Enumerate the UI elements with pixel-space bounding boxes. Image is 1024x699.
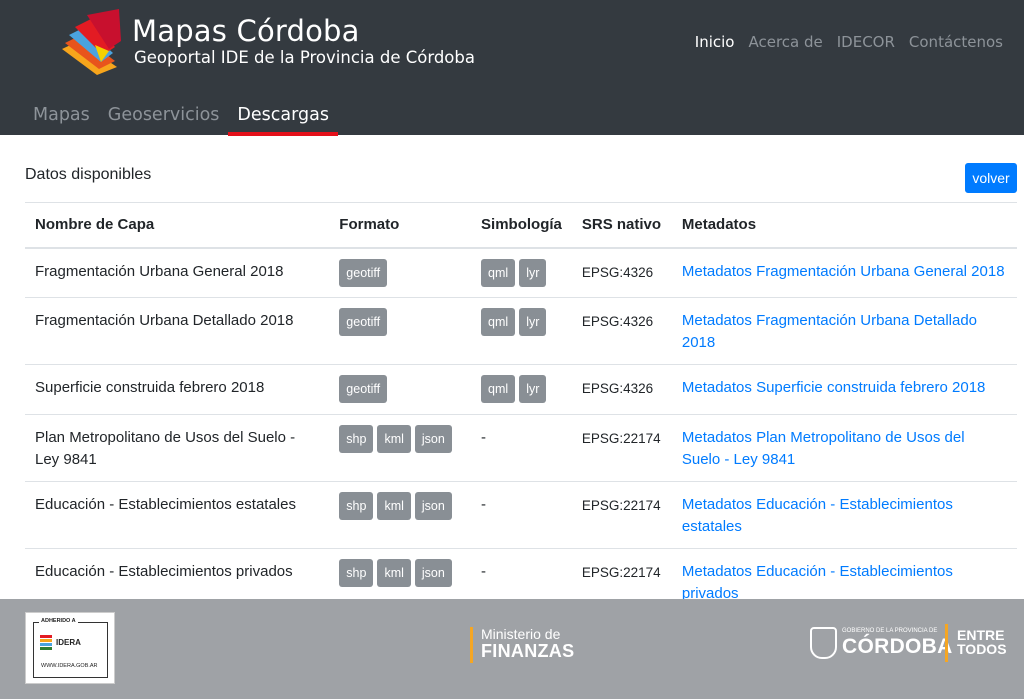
site-header: Mapas Córdoba Geoportal IDE de la Provin… <box>0 0 1024 136</box>
symbology-cell: qml lyr <box>471 247 572 298</box>
section-tabs: Mapas Geoservicios Descargas <box>24 105 338 136</box>
metadata-link[interactable]: Metadatos Educación - Establecimientos p… <box>682 563 953 602</box>
idera-adherido-label: ADHERIDO A <box>39 618 78 624</box>
metadata-link[interactable]: Metadatos Educación - Establecimientos e… <box>682 496 953 535</box>
download-qml-button[interactable]: qml <box>481 308 516 336</box>
page-title: Datos disponibles <box>25 166 152 183</box>
table-row: Fragmentación Urbana Detallado 2018 geot… <box>25 297 1017 365</box>
layer-name: Fragmentación Urbana General 2018 <box>25 247 330 298</box>
downloads-table: Nombre de Capa Formato Simbología SRS na… <box>25 202 1017 615</box>
download-kml-button[interactable]: kml <box>377 559 411 587</box>
download-json-button[interactable]: json <box>414 559 452 587</box>
format-cell: geotiff <box>329 364 472 415</box>
column-header-formato: Formato <box>329 202 472 249</box>
table-row: Plan Metropolitano de Usos del Suelo - L… <box>25 414 1017 482</box>
idera-mark-icon <box>40 635 52 651</box>
download-kml-button[interactable]: kml <box>377 492 411 520</box>
entre-todos-slogan: ENTRE TODOS <box>957 628 1007 656</box>
layer-name: Educación - Establecimientos estatales <box>25 481 330 549</box>
download-json-button[interactable]: json <box>414 492 452 520</box>
tab-mapas[interactable]: Mapas <box>24 105 99 135</box>
format-cell: geotiff <box>329 247 472 298</box>
cordoba-shield-icon <box>810 627 837 659</box>
idera-name: IDERA <box>56 638 81 647</box>
table-row: Fragmentación Urbana General 2018 geotif… <box>25 247 1017 298</box>
column-header-srs: SRS nativo <box>571 202 672 249</box>
ministerio-finanzas-logo[interactable]: Ministerio de FINANZAS <box>470 627 574 663</box>
ministerio-line2: FINANZAS <box>481 641 575 661</box>
metadata-cell: Metadatos Superficie construida febrero … <box>671 364 1017 415</box>
symbology-cell: - <box>471 481 572 549</box>
table-header-row: Nombre de Capa Formato Simbología SRS na… <box>25 202 1017 249</box>
metadata-cell: Metadatos Educación - Establecimientos e… <box>671 481 1017 549</box>
slogan-line1: ENTRE <box>957 627 1005 643</box>
download-lyr-button[interactable]: lyr <box>519 308 547 336</box>
gobierno-label: GOBIERNO DE LA PROVINCIA DE <box>842 628 938 634</box>
download-geotiff-button[interactable]: geotiff <box>339 308 388 336</box>
site-title[interactable]: Mapas Córdoba <box>132 14 360 48</box>
srs-value: EPSG:22174 <box>571 414 672 482</box>
download-qml-button[interactable]: qml <box>481 258 516 287</box>
tab-descargas[interactable]: Descargas <box>228 105 338 136</box>
format-cell: shp kml json <box>329 414 472 482</box>
srs-value: EPSG:4326 <box>571 364 672 415</box>
idera-logo[interactable]: ADHERIDO A IDERA WWW.IDERA.GOB.AR <box>25 612 115 684</box>
layer-name: Superficie construida febrero 2018 <box>25 364 330 415</box>
metadata-cell: Metadatos Fragmentación Urbana General 2… <box>671 247 1017 298</box>
top-navigation: Inicio Acerca de IDECOR Contáctenos <box>695 33 1003 51</box>
nav-idecor[interactable]: IDECOR <box>837 33 895 51</box>
layer-name: Plan Metropolitano de Usos del Suelo - L… <box>25 414 330 482</box>
volver-button[interactable]: volver <box>965 163 1017 193</box>
metadata-link[interactable]: Metadatos Plan Metropolitano de Usos del… <box>682 429 965 468</box>
download-lyr-button[interactable]: lyr <box>519 258 547 287</box>
download-lyr-button[interactable]: lyr <box>519 375 547 403</box>
tab-geoservicios[interactable]: Geoservicios <box>99 105 229 135</box>
srs-value: EPSG:4326 <box>571 247 672 298</box>
metadata-cell: Metadatos Plan Metropolitano de Usos del… <box>671 414 1017 482</box>
column-header-nombre: Nombre de Capa <box>25 202 330 249</box>
nav-contactenos[interactable]: Contáctenos <box>909 33 1003 51</box>
metadata-link[interactable]: Metadatos Superficie construida febrero … <box>682 379 986 396</box>
download-shp-button[interactable]: shp <box>339 559 374 587</box>
format-cell: geotiff <box>329 297 472 365</box>
symbology-cell: qml lyr <box>471 364 572 415</box>
metadata-cell: Metadatos Fragmentación Urbana Detallado… <box>671 297 1017 365</box>
format-cell: shp kml json <box>329 481 472 549</box>
column-header-simbologia: Simbología <box>471 202 572 249</box>
metadata-link[interactable]: Metadatos Fragmentación Urbana General 2… <box>682 263 1005 280</box>
slogan-line2: TODOS <box>957 641 1007 657</box>
cordoba-label: CÓRDOBA <box>842 635 953 658</box>
table-row: Superficie construida febrero 2018 geoti… <box>25 364 1017 415</box>
mapas-cordoba-logo[interactable] <box>57 5 127 79</box>
download-qml-button[interactable]: qml <box>481 375 516 403</box>
footer-separator <box>945 624 948 662</box>
site-subtitle: Geoportal IDE de la Provincia de Córdoba <box>134 48 475 67</box>
symbology-cell: qml lyr <box>471 297 572 365</box>
download-shp-button[interactable]: shp <box>339 425 374 453</box>
nav-acerca-de[interactable]: Acerca de <box>748 33 822 51</box>
download-shp-button[interactable]: shp <box>339 492 374 520</box>
ministerio-line1: Ministerio de <box>481 626 561 642</box>
table-body: Fragmentación Urbana General 2018 geotif… <box>25 247 1017 615</box>
srs-value: EPSG:4326 <box>571 297 672 365</box>
nav-inicio[interactable]: Inicio <box>695 33 735 51</box>
column-header-metadatos: Metadatos <box>671 202 1017 249</box>
table-row: Educación - Establecimientos estatales s… <box>25 481 1017 549</box>
idera-url: WWW.IDERA.GOB.AR <box>41 663 98 669</box>
download-geotiff-button[interactable]: geotiff <box>339 375 388 403</box>
srs-value: EPSG:22174 <box>571 481 672 549</box>
download-geotiff-button[interactable]: geotiff <box>339 258 388 287</box>
download-kml-button[interactable]: kml <box>377 425 411 453</box>
site-footer: ADHERIDO A IDERA WWW.IDERA.GOB.AR Minist… <box>0 599 1024 699</box>
layer-name: Fragmentación Urbana Detallado 2018 <box>25 297 330 365</box>
symbology-cell: - <box>471 414 572 482</box>
metadata-link[interactable]: Metadatos Fragmentación Urbana Detallado… <box>682 312 977 351</box>
download-json-button[interactable]: json <box>414 425 452 453</box>
